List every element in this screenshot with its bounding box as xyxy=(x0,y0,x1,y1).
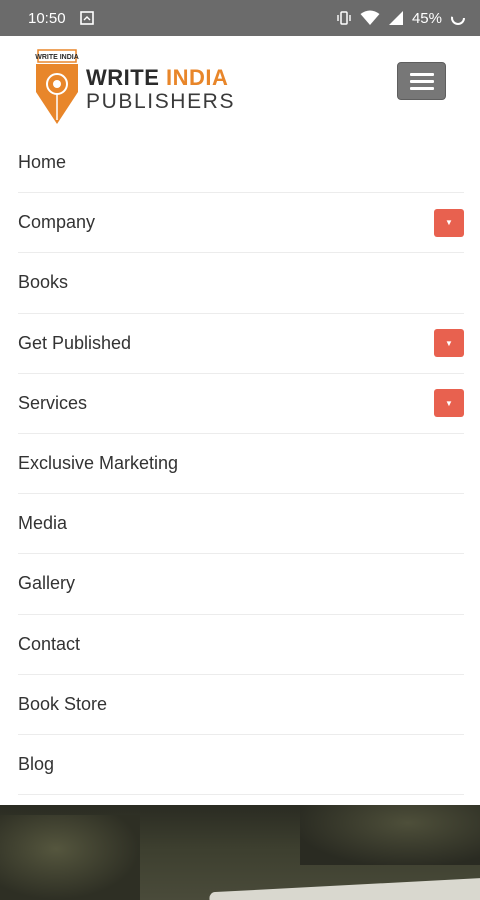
caret-down-icon: ▼ xyxy=(445,398,453,408)
hero-banner-image xyxy=(0,805,480,900)
nav-item-label: Blog xyxy=(18,753,55,774)
hamburger-icon-bar xyxy=(409,79,434,83)
logo-subtitle: PUBLISHERS xyxy=(86,90,236,113)
logo-word-write: WRITE xyxy=(86,65,160,90)
nav-item-home[interactable]: Home xyxy=(18,133,464,194)
screenshot-notification-icon xyxy=(79,11,94,25)
nav-item-label: Media xyxy=(18,513,68,534)
pen-nib-logo-icon: WRITE INDIA xyxy=(34,48,80,131)
nav-item-book-store[interactable]: Book Store xyxy=(18,675,464,735)
company-dropdown-toggle[interactable]: ▼ xyxy=(434,208,464,237)
nav-item-label: Book Store xyxy=(18,693,108,714)
nav-item-label: Exclusive Marketing xyxy=(18,453,179,474)
logo-small-text: WRITE INDIA xyxy=(35,54,79,61)
caret-down-icon: ▼ xyxy=(445,218,453,228)
services-dropdown-toggle[interactable]: ▼ xyxy=(434,389,464,418)
nav-item-blog[interactable]: Blog xyxy=(18,735,464,796)
vibrate-icon xyxy=(336,10,352,26)
nav-item-services[interactable]: Services ▼ xyxy=(18,374,464,434)
get-published-dropdown-toggle[interactable]: ▼ xyxy=(434,329,464,358)
hero-foliage xyxy=(0,815,140,900)
nav-item-label: Contact xyxy=(18,633,81,654)
nav-item-get-published[interactable]: Get Published ▼ xyxy=(18,314,464,374)
menu-toggle-button[interactable] xyxy=(397,62,446,100)
hero-foliage xyxy=(300,805,480,865)
site-logo[interactable]: WRITE INDIA WRITE INDIA PUBLISHERS xyxy=(34,48,235,131)
nav-item-company[interactable]: Company ▼ xyxy=(18,193,464,254)
nav-item-exclusive-marketing[interactable]: Exclusive Marketing xyxy=(18,434,464,495)
nav-item-label: Services xyxy=(18,392,88,413)
nav-item-label: Books xyxy=(18,272,69,293)
nav-item-label: Get Published xyxy=(18,332,132,353)
nav-item-contact[interactable]: Contact xyxy=(18,615,464,675)
nav-item-label: Gallery xyxy=(18,573,76,594)
logo-word-india: INDIA xyxy=(166,65,229,90)
nav-item-label: Home xyxy=(18,152,67,173)
hero-highlight xyxy=(209,877,480,900)
nav-item-label: Company xyxy=(18,212,96,233)
nav-item-media[interactable]: Media xyxy=(18,494,464,555)
battery-percent: 45% xyxy=(411,9,442,27)
status-time: 10:50 xyxy=(28,9,66,27)
nav-item-books[interactable]: Books xyxy=(18,253,464,314)
hamburger-icon-bar xyxy=(409,72,434,76)
site-header: WRITE INDIA WRITE INDIA PUBLISHERS xyxy=(0,36,480,132)
nav-item-gallery[interactable]: Gallery xyxy=(18,554,464,615)
caret-down-icon: ▼ xyxy=(445,338,453,348)
wifi-icon xyxy=(360,10,380,26)
main-nav-menu: Home Company ▼ Books Get Published ▼ Ser… xyxy=(18,133,464,796)
signal-icon xyxy=(388,10,404,26)
logo-title: WRITE INDIA xyxy=(86,67,235,89)
status-bar: 10:50 45% xyxy=(0,0,480,36)
hamburger-icon-bar xyxy=(409,86,434,90)
battery-icon xyxy=(450,10,466,26)
